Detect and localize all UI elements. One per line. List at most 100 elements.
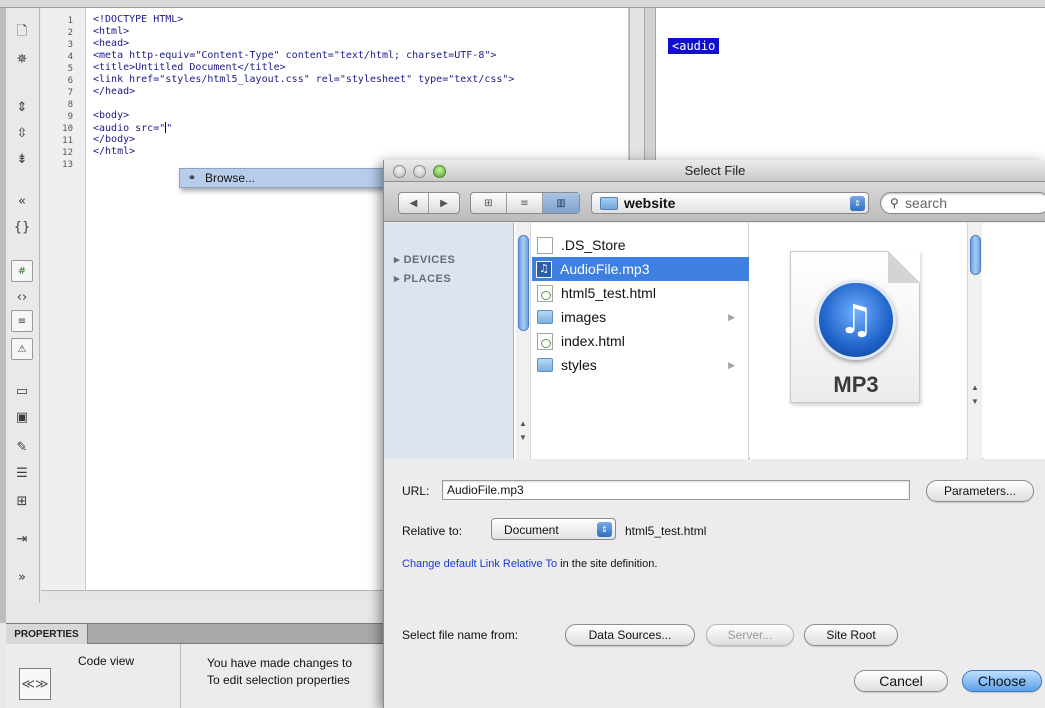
minimize-window-button[interactable] [413, 165, 426, 178]
server-button[interactable]: Server... [706, 624, 794, 646]
column-scrollbar[interactable]: ▲ ▼ [516, 223, 531, 459]
view-mode-switch: ⊞ ≡ ▥ [470, 192, 580, 214]
properties-message: You have made changes to [207, 656, 353, 670]
dialog-options: URL: Parameters... Relative to: Document… [384, 460, 1045, 708]
file-name: .DS_Store [561, 237, 626, 253]
audio-tag-highlight[interactable]: <audio [668, 38, 720, 54]
browse-hint-item[interactable]: Browse... [205, 171, 255, 185]
line-number: 11 [62, 136, 73, 146]
collapse-selection-icon[interactable]: ⇳ [11, 122, 33, 144]
scroll-up-arrow-icon[interactable]: ▲ [519, 419, 527, 428]
change-default-link[interactable]: Change default Link Relative To [402, 558, 557, 570]
file-name: images [561, 309, 607, 325]
html-file-icon [537, 284, 553, 302]
code-hint-popup[interactable]: ⚭ Browse... [179, 168, 389, 188]
search-field[interactable]: ⚲ [880, 192, 1045, 214]
folder-popup[interactable]: website ⇕ [591, 192, 869, 214]
indent-code-icon[interactable]: ⇥ [11, 528, 33, 550]
zoom-window-button[interactable] [433, 165, 446, 178]
file-row[interactable]: index.html [533, 329, 749, 353]
back-button[interactable]: ◀ [399, 193, 429, 213]
line-number-gutter: 1 2 3 4 5 6 7 8 9 10 11 12 13 [41, 8, 86, 591]
bug-icon[interactable]: ✵ [11, 48, 33, 70]
change-default-note: Change default Link Relative To in the s… [402, 558, 657, 570]
preview-scrollbar[interactable]: ▲ ▼ [967, 223, 982, 459]
sidebar-item-places[interactable]: ▸ PLACES [394, 272, 451, 285]
file-name: html5_test.html [561, 285, 656, 301]
file-row-selected[interactable]: AudioFile.mp3 [532, 257, 749, 281]
balance-braces-icon[interactable]: {} [11, 216, 33, 238]
line-number: 13 [62, 160, 73, 170]
tab-properties[interactable]: PROPERTIES [6, 624, 88, 644]
line-number: 3 [67, 40, 73, 50]
file-row[interactable]: html5_test.html [533, 281, 749, 305]
file-column[interactable]: ▲ ▼ .DS_Store AudioFile.mp3 html5_test.h… [514, 223, 749, 459]
site-root-button[interactable]: Site Root [804, 624, 898, 646]
line-number: 8 [67, 100, 73, 110]
folder-icon [600, 197, 618, 210]
scroll-down-arrow-icon[interactable]: ▼ [519, 433, 527, 442]
sidebar-item-label: DEVICES [403, 254, 456, 266]
dialog-toolbar: ◀ ▶ ⊞ ≡ ▥ website ⇕ ⚲ [384, 182, 1045, 222]
select-file-dialog: Select File ◀ ▶ ⊞ ≡ ▥ website ⇕ ⚲ ▸ DEVI… [383, 160, 1045, 708]
disclosure-triangle-icon[interactable]: ▸ [394, 273, 404, 285]
more-icon[interactable]: » [11, 566, 33, 588]
syntax-coloring-icon[interactable]: ≡ [11, 310, 33, 332]
scroll-thumb[interactable] [970, 235, 981, 275]
file-preview: ♫ MP3 [750, 223, 966, 459]
cancel-button[interactable]: Cancel [854, 670, 948, 692]
folder-row[interactable]: styles ▶ [533, 353, 749, 377]
relative-to-label: Relative to: [402, 524, 463, 538]
search-input[interactable] [905, 195, 1035, 211]
collapse-full-tag-icon[interactable]: ⇕ [11, 96, 33, 118]
line-number: 2 [67, 28, 73, 38]
remove-comment-icon[interactable]: ▣ [11, 406, 33, 428]
forward-button[interactable]: ▶ [429, 193, 459, 213]
scroll-thumb[interactable] [518, 235, 529, 331]
scroll-down-arrow-icon[interactable]: ▼ [971, 397, 979, 406]
code-line: <head> [93, 38, 130, 49]
word-wrap-icon[interactable]: ⚠ [11, 338, 33, 360]
recent-snippets-icon[interactable]: ☰ [11, 462, 33, 484]
mp3-document-icon: ♫ MP3 [790, 251, 920, 403]
html-file-icon [537, 332, 553, 350]
search-icon: ⚲ [890, 196, 899, 210]
sidebar-item-devices[interactable]: ▸ DEVICES [394, 253, 455, 266]
data-sources-button[interactable]: Data Sources... [565, 624, 695, 646]
line-number: 5 [67, 64, 73, 74]
parameters-button[interactable]: Parameters... [926, 480, 1034, 502]
code-view-icon: ≪≫ [19, 668, 51, 700]
icon-view-icon[interactable]: ⊞ [471, 193, 507, 213]
sidebar-item-label: PLACES [403, 273, 452, 285]
disclosure-triangle-icon[interactable]: ▸ [394, 254, 404, 266]
list-view-icon[interactable]: ≡ [507, 193, 543, 213]
current-folder-label: website [624, 195, 676, 211]
line-number: 9 [67, 112, 73, 122]
document-icon[interactable]: 🗋 [11, 22, 33, 44]
move-css-icon[interactable]: ⊞ [11, 490, 33, 512]
select-parent-tag-icon[interactable]: « [11, 190, 33, 212]
column-view-icon[interactable]: ▥ [543, 193, 579, 213]
file-browser: ▸ DEVICES ▸ PLACES ▲ ▼ .DS_Store AudioFi… [384, 223, 1045, 459]
url-field[interactable] [442, 480, 910, 500]
mp3-file-icon [536, 260, 552, 278]
relative-to-select[interactable]: Document ⇕ [491, 518, 616, 540]
file-name: index.html [561, 333, 625, 349]
scroll-up-arrow-icon[interactable]: ▲ [971, 383, 979, 392]
music-note-icon: ♫ [816, 280, 896, 360]
next-column[interactable] [983, 223, 1045, 459]
divider [180, 644, 181, 708]
line-number: 1 [67, 16, 73, 26]
highlight-invalid-code-icon[interactable]: ‹› [11, 286, 33, 308]
folder-row[interactable]: images ▶ [533, 305, 749, 329]
file-row[interactable]: .DS_Store [533, 233, 749, 257]
close-window-button[interactable] [393, 165, 406, 178]
choose-button[interactable]: Choose [962, 670, 1042, 692]
file-name: AudioFile.mp3 [560, 261, 650, 277]
wrap-tag-icon[interactable]: ✎ [11, 436, 33, 458]
select-from-label: Select file name from: [402, 628, 519, 642]
line-numbers-icon[interactable]: # [11, 260, 33, 282]
expand-all-icon[interactable]: ⇟ [11, 148, 33, 170]
apply-comment-icon[interactable]: ▭ [11, 380, 33, 402]
code-line: </html> [93, 146, 136, 157]
